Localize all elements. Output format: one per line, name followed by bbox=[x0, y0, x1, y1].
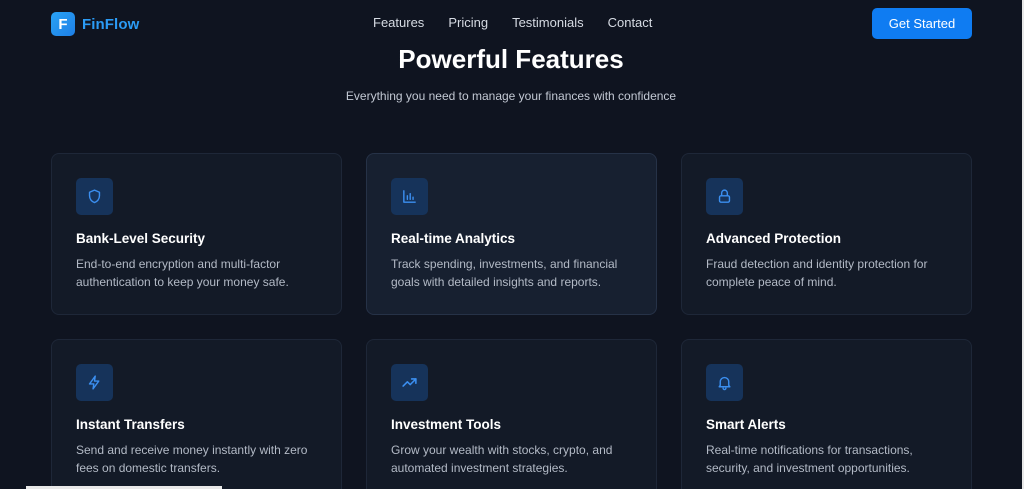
feature-description: Fraud detection and identity protection … bbox=[706, 257, 928, 289]
feature-description: Send and receive money instantly with ze… bbox=[76, 443, 308, 475]
bell-icon bbox=[706, 364, 743, 401]
feature-card-investment: Investment Tools Grow your wealth with s… bbox=[366, 339, 657, 489]
feature-description: Real-time notifications for transactions… bbox=[706, 443, 913, 475]
lock-icon bbox=[706, 178, 743, 215]
feature-title: Investment Tools bbox=[391, 417, 502, 432]
feature-title: Smart Alerts bbox=[706, 417, 786, 432]
feature-description: Track spending, investments, and financi… bbox=[391, 257, 618, 289]
section-title: Powerful Features bbox=[398, 44, 624, 74]
brand-name: FinFlow bbox=[82, 15, 140, 33]
feature-title: Bank-Level Security bbox=[76, 231, 206, 246]
nav-links: Features Pricing Testimonials Contact bbox=[373, 15, 676, 30]
nav-link-pricing[interactable]: Pricing bbox=[448, 15, 488, 30]
feature-title: Advanced Protection bbox=[706, 231, 842, 246]
top-nav: F FinFlow Features Pricing Testimonials … bbox=[0, 0, 1024, 46]
shield-icon bbox=[76, 178, 113, 215]
feature-card-transfers: Instant Transfers Send and receive money… bbox=[51, 339, 342, 489]
feature-card-alerts: Smart Alerts Real-time notifications for… bbox=[681, 339, 972, 489]
brand-logo[interactable]: F FinFlow bbox=[51, 12, 139, 36]
feature-title: Instant Transfers bbox=[76, 417, 185, 432]
get-started-button[interactable]: Get Started bbox=[872, 8, 972, 39]
feature-card-security: Bank-Level Security End-to-end encryptio… bbox=[51, 153, 342, 315]
lightning-icon bbox=[76, 364, 113, 401]
nav-link-testimonials[interactable]: Testimonials bbox=[512, 15, 584, 30]
nav-link-contact[interactable]: Contact bbox=[608, 15, 653, 30]
feature-description: End-to-end encryption and multi-factor a… bbox=[76, 257, 289, 289]
feature-card-analytics: Real-time Analytics Track spending, inve… bbox=[366, 153, 657, 315]
bar-chart-icon bbox=[391, 178, 428, 215]
logo-mark: F bbox=[51, 12, 75, 36]
feature-title: Real-time Analytics bbox=[391, 231, 516, 246]
trending-up-icon bbox=[391, 364, 428, 401]
feature-description: Grow your wealth with stocks, crypto, an… bbox=[391, 443, 613, 475]
section-subtitle: Everything you need to manage your finan… bbox=[345, 89, 677, 103]
nav-link-features[interactable]: Features bbox=[373, 15, 424, 30]
features-page: F FinFlow Features Pricing Testimonials … bbox=[0, 0, 1024, 489]
feature-card-protection: Advanced Protection Fraud detection and … bbox=[681, 153, 972, 315]
